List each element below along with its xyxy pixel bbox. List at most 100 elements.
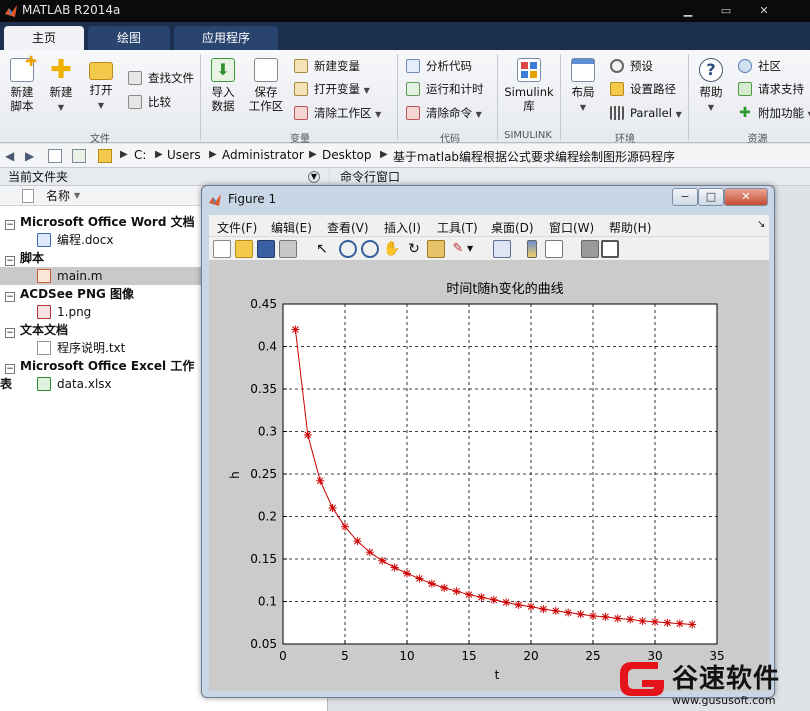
help-button[interactable]: ? 帮助 ▼ [694, 58, 728, 115]
group-excel-sheets[interactable]: − Microsoft Office Excel 工作表 [0, 357, 200, 391]
back-arrow-icon[interactable]: ◀ [5, 149, 19, 163]
link-plot-icon[interactable] [493, 240, 511, 258]
clear-workspace-button[interactable]: 清除工作区 ▼ [294, 103, 381, 123]
minimize-button[interactable]: − [672, 188, 698, 206]
find-files-button[interactable]: 查找文件 [128, 68, 194, 88]
dropdown-arrow-icon: ▼ [579, 103, 587, 112]
simulink-library-button[interactable]: Simulink 库 [504, 58, 554, 113]
browse-folder-icon[interactable] [72, 149, 86, 163]
pan-hand-icon[interactable]: ✋ [383, 240, 401, 258]
layout-icon [571, 58, 595, 82]
file-name: main.m [57, 269, 103, 283]
panel-menu-icon[interactable]: ▼ [308, 171, 320, 183]
show-plot-tools-icon[interactable] [601, 240, 619, 258]
breadcrumb-project-folder[interactable]: 基于matlab编程根据公式要求编程绘制图形源码程序 [393, 148, 675, 165]
dropdown-arrow-icon: ▼ [707, 103, 715, 112]
restore-icon[interactable]: ▭ [720, 5, 732, 17]
menu-insert[interactable]: 插入(I) [384, 219, 421, 236]
menu-window[interactable]: 窗口(W) [549, 219, 594, 236]
dropdown-arrow-icon[interactable]: ▼ [467, 240, 485, 258]
legend-icon[interactable] [545, 240, 563, 258]
sort-arrow-icon[interactable]: ▼ [74, 186, 80, 206]
new-variable-button[interactable]: 新建变量 [294, 56, 360, 76]
close-icon[interactable]: ✕ [758, 5, 770, 17]
add-ons-button[interactable]: ✚附加功能 ▼ [738, 103, 810, 123]
group-word-docs[interactable]: − Microsoft Office Word 文档 [0, 213, 200, 231]
figure-toolbar: ↖ ✋ ↻ ✎ ▼ [209, 237, 769, 261]
data-point-marker [688, 620, 697, 629]
import-data-icon: ⬇ [211, 58, 235, 82]
dock-arrow-icon[interactable]: ↘ [757, 219, 765, 230]
menu-desktop[interactable]: 桌面(D) [491, 219, 534, 236]
new-button[interactable]: ✚ 新建 ▼ [44, 57, 78, 115]
menu-view[interactable]: 查看(V) [327, 219, 369, 236]
breadcrumb-users[interactable]: Users [167, 148, 201, 162]
menu-file[interactable]: 文件(F) [217, 219, 257, 236]
menu-edit[interactable]: 编辑(E) [271, 219, 312, 236]
compare-button[interactable]: 比较 [128, 92, 171, 112]
menu-tools[interactable]: 工具(T) [437, 219, 478, 236]
print-icon[interactable] [279, 240, 297, 258]
up-folder-icon[interactable] [48, 149, 62, 163]
rotate-icon[interactable]: ↻ [405, 240, 423, 258]
file-name: 1.png [57, 305, 92, 319]
open-file-icon[interactable] [235, 240, 253, 258]
new-script-button[interactable]: ✚ 新建 脚本 [4, 55, 40, 113]
data-cursor-icon[interactable] [427, 240, 445, 258]
analyze-code-button[interactable]: 分析代码 [406, 56, 472, 76]
set-path-button[interactable]: 设置路径 [610, 79, 676, 99]
name-column-header[interactable]: 名称 [46, 186, 70, 206]
y-tick-label: 0.1 [258, 595, 277, 609]
tab-home[interactable]: 主页 [4, 26, 84, 50]
run-and-time-button[interactable]: 运行和计时 [406, 79, 484, 99]
pointer-icon[interactable]: ↖ [313, 240, 331, 258]
dropdown-arrow-icon: ▼ [475, 110, 482, 119]
list-item[interactable]: 编程.docx [0, 231, 200, 249]
parallel-button[interactable]: Parallel ▼ [610, 103, 682, 123]
data-point-marker [403, 569, 411, 578]
breadcrumb-drive[interactable]: C: [134, 148, 146, 162]
request-support-button[interactable]: 请求支持 [738, 79, 804, 99]
collapse-icon[interactable]: − [5, 328, 15, 338]
list-item[interactable]: 1.png [0, 303, 200, 321]
open-button[interactable]: 打开 ▼ [84, 58, 118, 113]
y-tick-label: 0.05 [250, 637, 277, 651]
gususoft-logo [620, 662, 664, 696]
maximize-button[interactable]: □ [698, 188, 724, 206]
tab-plots[interactable]: 绘图 [88, 26, 170, 50]
zoom-out-icon[interactable] [361, 240, 379, 258]
import-data-button[interactable]: ⬇ 导入 数据 [206, 58, 240, 113]
collapse-icon[interactable]: − [5, 292, 15, 302]
open-variable-button[interactable]: 打开变量 ▼ [294, 79, 370, 99]
layout-button[interactable]: 布局 ▼ [566, 58, 600, 115]
tab-apps[interactable]: 应用程序 [174, 26, 278, 50]
group-png-images[interactable]: − ACDSee PNG 图像 [0, 285, 200, 303]
breadcrumb-desktop[interactable]: Desktop [322, 148, 372, 162]
colorbar-icon[interactable] [527, 240, 537, 258]
close-button[interactable]: ✕ [724, 188, 768, 206]
save-icon[interactable] [257, 240, 275, 258]
zoom-in-icon[interactable] [339, 240, 357, 258]
clear-commands-button[interactable]: 清除命令 ▼ [406, 103, 482, 123]
minimize-icon[interactable]: ▁ [682, 5, 694, 17]
analyze-code-icon [406, 59, 420, 73]
preferences-button[interactable]: 预设 [610, 56, 653, 76]
section-code-label: 代码 [440, 134, 460, 145]
analyze-code-label: 分析代码 [426, 59, 472, 73]
hide-plot-tools-icon[interactable] [581, 240, 599, 258]
group-scripts[interactable]: − 脚本 [0, 249, 200, 267]
layout-label: 布局 [571, 85, 595, 99]
menu-help[interactable]: 帮助(H) [609, 219, 651, 236]
collapse-icon[interactable]: − [5, 220, 15, 230]
list-item[interactable]: 程序说明.txt [0, 339, 200, 357]
breadcrumb-administrator[interactable]: Administrator [222, 148, 304, 162]
collapse-icon[interactable]: − [5, 256, 15, 266]
collapse-icon[interactable]: − [5, 364, 15, 374]
community-button[interactable]: 社区 [738, 56, 781, 76]
group-text-docs[interactable]: − 文本文档 [0, 321, 200, 339]
save-workspace-button[interactable]: 保存 工作区 [246, 58, 286, 113]
list-item[interactable]: data.xlsx [0, 375, 200, 393]
new-figure-icon[interactable] [213, 240, 231, 258]
forward-arrow-icon[interactable]: ▶ [25, 149, 39, 163]
brush-icon[interactable]: ✎ [449, 240, 467, 258]
